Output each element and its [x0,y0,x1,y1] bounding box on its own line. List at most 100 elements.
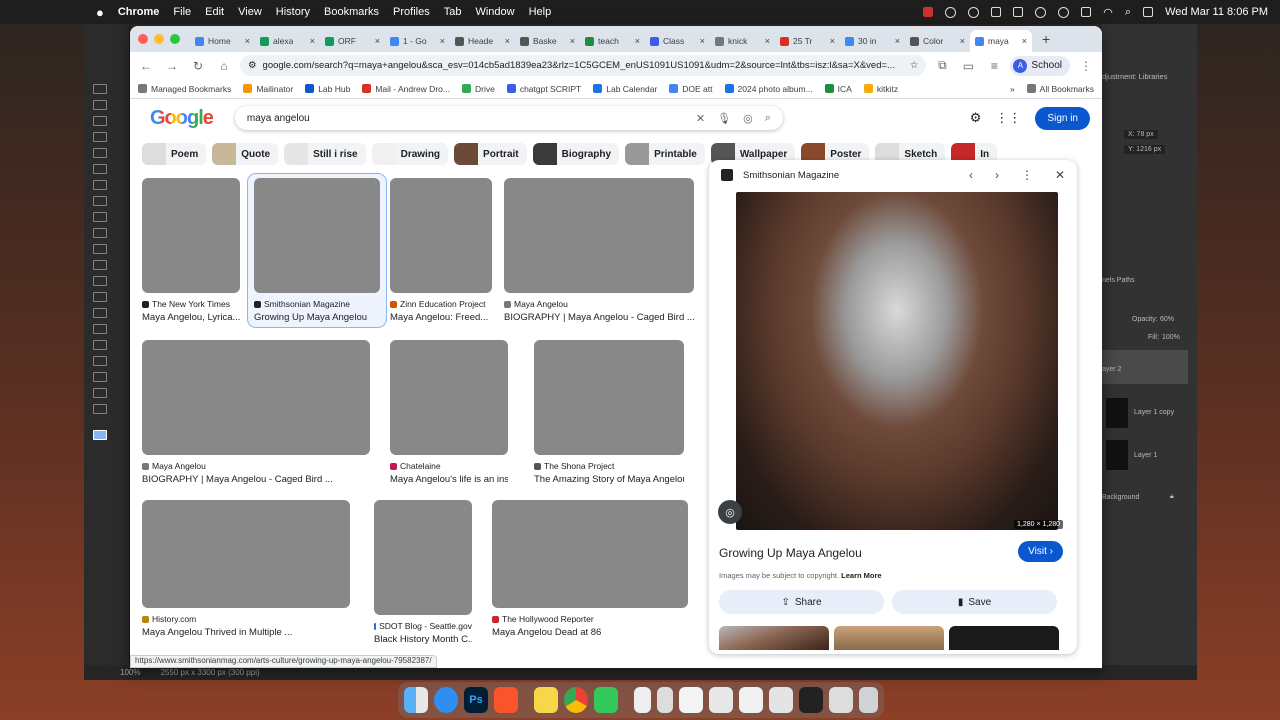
document-icon[interactable] [634,687,651,713]
shape-tool-icon[interactable] [93,372,107,382]
bookmark-item[interactable]: DOE att [669,84,713,94]
bookmark-item[interactable]: Lab Calendar [593,84,657,94]
mic-icon[interactable]: 🎙︎ [717,112,731,125]
ps-zoom[interactable]: 100% [120,668,140,677]
related-image[interactable] [834,626,944,650]
chrome-icon[interactable] [564,687,589,713]
prev-image-icon[interactable]: ‹ [969,168,973,182]
apple-icon[interactable]: ● [96,5,104,20]
result-thumbnail[interactable] [142,340,370,455]
filter-chip-biography[interactable]: Biography [532,143,620,165]
status-icon[interactable] [945,6,957,18]
trash-icon[interactable] [859,687,878,713]
filter-chip-printable[interactable]: Printable [625,143,705,165]
close-tab-icon[interactable]: × [960,36,965,46]
search-box[interactable]: maya angelou ✕ 🎙︎ ◎ ⌕ [235,106,783,130]
omnibox[interactable]: ⚙ google.com/search?q=maya+angelou&sca_e… [240,55,927,76]
tab-12[interactable]: maya × [970,30,1032,52]
image-result-card[interactable]: Chatelaine Maya Angelou's life is an insp… [390,340,508,485]
color-swatch-icon[interactable] [93,430,107,440]
bookmark-item[interactable]: chatgpt SCRIPT [506,84,581,94]
close-window-button[interactable] [138,34,148,44]
close-tab-icon[interactable]: × [375,36,380,46]
reload-button[interactable]: ↻ [188,59,208,73]
bookmark-item[interactable]: Drive [461,84,495,94]
tab-0[interactable]: Home × [190,30,255,52]
path-select-icon[interactable] [93,356,107,366]
bookmark-item[interactable]: Lab Hub [305,84,350,94]
menu-help[interactable]: Help [529,6,552,18]
frame-tool-icon[interactable] [93,164,107,174]
tab-8[interactable]: knick × [710,30,775,52]
close-tab-icon[interactable]: × [895,36,900,46]
move-tool-icon[interactable] [93,84,107,94]
bookmark-item[interactable]: Managed Bookmarks [138,84,231,94]
vpn-icon[interactable] [968,6,980,18]
close-tab-icon[interactable]: × [700,36,705,46]
eyedropper-tool-icon[interactable] [93,180,107,190]
tab-4[interactable]: Heade × [450,30,515,52]
close-tab-icon[interactable]: × [245,36,250,46]
close-panel-icon[interactable]: ✕ [1055,168,1065,182]
result-thumbnail[interactable] [374,500,472,615]
forward-button[interactable]: → [162,59,182,73]
result-title[interactable]: BIOGRAPHY | Maya Angelou - Caged Bird ..… [504,312,694,323]
preview-title[interactable]: Growing Up Maya Angelou [719,546,862,560]
bookmark-item[interactable]: Mailinator [243,84,293,94]
site-info-icon[interactable]: ⚙ [248,60,257,71]
settings-gear-icon[interactable]: ⚙ [970,110,982,126]
menu-history[interactable]: History [276,6,310,18]
menu-app-name[interactable]: Chrome [118,6,160,18]
close-tab-icon[interactable]: × [830,36,835,46]
image-result-card[interactable]: Maya Angelou BIOGRAPHY | Maya Angelou - C… [504,178,694,323]
image-result-card[interactable]: Smithsonian Magazine Growing Up Maya Ange… [247,173,387,328]
home-button[interactable]: ⌂ [214,59,234,73]
menu-bookmarks[interactable]: Bookmarks [324,6,379,18]
panel-source[interactable]: Smithsonian Magazine [743,170,839,181]
related-image[interactable] [949,626,1059,650]
image-result-card[interactable]: History.com Maya Angelou Thrived in Multi… [142,500,350,638]
bookmark-star-icon[interactable]: ☆ [910,60,919,71]
filter-chip-still-i-rise[interactable]: Still i rise [284,143,366,165]
filter-chip-quote[interactable]: Quote [212,143,279,165]
healing-tool-icon[interactable] [93,196,107,206]
bookmark-item[interactable]: 2024 photo album... [724,84,813,94]
result-thumbnail[interactable] [142,500,350,608]
result-title[interactable]: Maya Angelou Thrived in Multiple ... [142,627,350,638]
brush-tool-icon[interactable] [93,212,107,222]
image-result-card[interactable]: Maya Angelou BIOGRAPHY | Maya Angelou - C… [142,340,370,485]
image-result-card[interactable]: The Shona Project The Amazing Story of Ma… [534,340,684,485]
tab-2[interactable]: ORF × [320,30,385,52]
media-icon[interactable]: ≡ [984,59,1004,73]
more-menu-icon[interactable]: ⋮ [1076,59,1096,73]
bookmarks-overflow-icon[interactable]: » [1010,84,1015,94]
marquee-tool-icon[interactable] [93,100,107,110]
close-tab-icon[interactable]: × [505,36,510,46]
bookmark-item[interactable]: kitkitz [863,84,898,94]
tab-10[interactable]: 30 in × [840,30,905,52]
pen-tool-icon[interactable] [93,324,107,334]
zoom-tool-icon[interactable] [93,404,107,414]
ps-layer-name[interactable]: Background [1102,494,1139,501]
lasso-tool-icon[interactable] [93,116,107,126]
terminal-icon[interactable] [799,687,824,713]
menu-file[interactable]: File [173,6,191,18]
menu-tab[interactable]: Tab [444,6,462,18]
ps-layer-name[interactable]: Layer 1 copy [1134,409,1174,416]
image-result-card[interactable]: The Hollywood Reporter Maya Angelou Dead … [492,500,688,638]
result-thumbnail[interactable] [504,178,694,293]
camera-icon[interactable] [991,7,1002,17]
battery-icon[interactable] [1081,7,1092,17]
more-options-icon[interactable]: ⋮ [1021,168,1033,182]
clear-icon[interactable]: ✕ [696,112,705,125]
window-thumbnail[interactable] [709,687,734,713]
visit-button[interactable]: Visit › [1018,541,1063,562]
filter-chip-portrait[interactable]: Portrait [454,143,527,165]
result-title[interactable]: Maya Angelou, Lyrica... [142,312,240,323]
bookmark-item[interactable]: ICA [824,84,852,94]
dodge-tool-icon[interactable] [93,308,107,318]
google-logo[interactable]: Google [150,107,214,130]
image-result-card[interactable]: SDOT Blog - Seattle.gov Black History Mon… [374,500,472,645]
menu-view[interactable]: View [238,6,262,18]
control-center-icon[interactable] [1143,7,1154,17]
